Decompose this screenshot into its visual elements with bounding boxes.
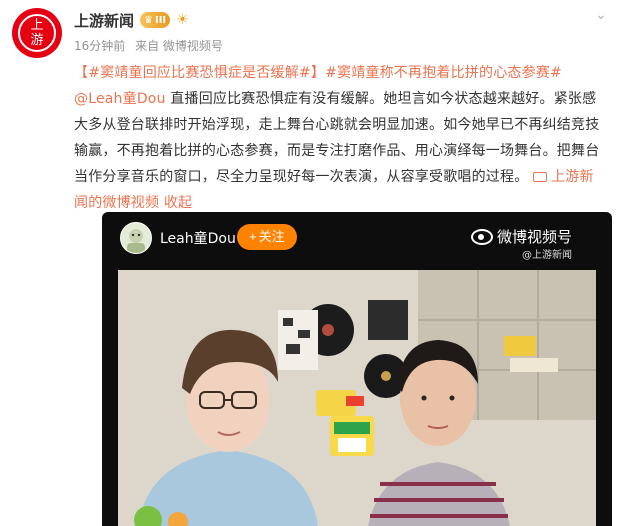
avatar-logo: 上 游 — [18, 14, 56, 52]
post-text: 【#窦靖童回应比赛恐惧症是否缓解#】#窦靖童称不再抱着比拼的心态参赛# @Lea… — [74, 60, 604, 216]
crown-icon: ♛ — [144, 14, 153, 26]
follow-button[interactable]: + 关注 — [237, 224, 297, 250]
watermark-source: @上游新闻 — [522, 250, 572, 261]
badge-group: ♛ III ☀ — [140, 12, 189, 28]
video-player[interactable]: Leah童Dou + 关注 微博视频号 @上游新闻 — [102, 212, 612, 526]
avatar-char-1: 上 — [30, 18, 44, 33]
post-source: 来自 微博视频号 — [135, 39, 223, 53]
weibo-video-logo: 微博视频号 — [470, 226, 572, 247]
host-avatar[interactable] — [120, 222, 152, 254]
post-time[interactable]: 16分钟前 — [74, 39, 125, 53]
avatar-char-2: 游 — [30, 33, 44, 48]
vip-badge[interactable]: ♛ III — [140, 12, 171, 28]
weibo-post-card: 上 游 上游新闻 ♛ III ☀ 16分钟前 来自 微博视频号 ⌄ 【#窦靖童回… — [0, 0, 620, 526]
chevron-down-icon[interactable]: ⌄ — [594, 8, 608, 22]
vip-level: III — [154, 14, 167, 26]
collapse-link[interactable]: 收起 — [164, 195, 192, 211]
account-name[interactable]: 上游新闻 — [74, 10, 134, 31]
logo-text: 微博视频号 — [496, 228, 572, 246]
video-icon — [533, 172, 548, 182]
scene-illustration — [118, 270, 596, 526]
follow-label: 关注 — [258, 229, 285, 244]
sun-badge-icon[interactable]: ☀ — [176, 12, 189, 28]
weibo-eye-icon — [470, 228, 493, 245]
hashtag-link[interactable]: #窦靖童称不再抱着比拼的心态参赛# — [325, 65, 562, 81]
mention-link[interactable]: @Leah童Dou — [74, 91, 166, 107]
account-avatar[interactable]: 上 游 — [12, 8, 62, 58]
plus-icon: + — [249, 229, 257, 244]
post-meta: 16分钟前 来自 微博视频号 — [74, 37, 229, 54]
hashtag-link[interactable]: 【#窦靖童回应比赛恐惧症是否缓解#】 — [74, 65, 325, 81]
video-frame — [118, 270, 596, 526]
host-name[interactable]: Leah童Dou — [160, 228, 236, 248]
